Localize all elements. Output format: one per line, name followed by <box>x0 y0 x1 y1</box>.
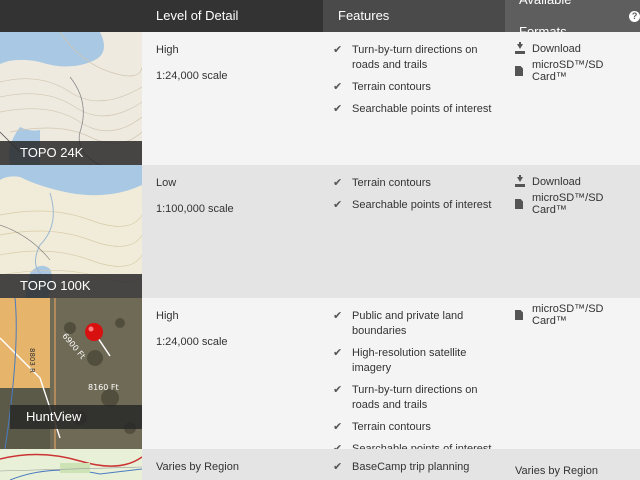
sd-card-icon <box>515 310 523 320</box>
features-cell: ✔ Terrain contours ✔ Searchable points of … <box>323 165 505 298</box>
scale-value: 1:24,000 scale <box>156 70 228 82</box>
scale-value: 1:24,000 scale <box>156 336 228 348</box>
format-sd-card[interactable]: microSD™/SD Card™ <box>515 59 640 83</box>
checkmark-icon: ✔ <box>333 461 343 473</box>
header-available-formats: Available Formats ? <box>505 0 640 39</box>
checkmark-icon: ✔ <box>333 421 343 433</box>
checkmark-icon: ✔ <box>333 199 343 211</box>
sd-card-icon <box>515 199 523 209</box>
download-icon <box>515 175 525 187</box>
format-download[interactable]: Download <box>515 42 640 56</box>
download-icon <box>515 42 525 54</box>
formats-cell: microSD™/SD Card™ <box>505 298 640 449</box>
formats-cell: Download microSD™/SD Card™ <box>505 32 640 165</box>
huntview-thumbnail[interactable]: 6900 Ft 8160 Ft 8803 R HuntView <box>0 298 142 449</box>
table-row-huntview: 6900 Ft 8160 Ft 8803 R HuntView High 1:2… <box>0 298 640 455</box>
level-cell: Low 1:100,000 scale <box>142 165 323 298</box>
feature-item: ✔Searchable points of interest <box>333 103 492 115</box>
checkmark-icon: ✔ <box>333 177 343 189</box>
checkmark-icon: ✔ <box>333 384 343 396</box>
table-row-topo-24k: TOPO 24K High 1:24,000 scale ✔ Turn-by-tu… <box>0 32 640 165</box>
level-value: High <box>156 310 179 322</box>
map-road-label: 8803 R <box>28 348 36 373</box>
level-value: Low <box>156 177 177 189</box>
topo-24k-thumbnail[interactable]: TOPO 24K <box>0 32 142 165</box>
scale-value: 1:100,000 scale <box>156 203 234 215</box>
table-row-partial: Varies by Region ✔ BaseCamp trip planning… <box>0 449 640 480</box>
feature-item: ✔ BaseCamp trip planning <box>333 461 470 473</box>
features-cell: ✔ Turn-by-turn directions on roads and tr… <box>323 32 505 165</box>
map-pin-icon <box>85 323 103 341</box>
feature-item: ✔ Terrain contours <box>333 81 431 93</box>
map-elevation-label: 8160 Ft <box>88 383 119 392</box>
checkmark-icon: ✔ <box>333 44 343 56</box>
feature-item: ✔ Turn-by-turn directions on roads and tr… <box>333 384 478 411</box>
format-sd-card[interactable]: microSD™/SD Card™ <box>515 192 640 216</box>
feature-item: ✔ Public and private land boundaries <box>333 310 464 337</box>
checkmark-icon: ✔ <box>333 103 343 115</box>
format-sd-card[interactable]: microSD™/SD Card™ <box>515 303 640 327</box>
header-level-of-detail: Level of Detail <box>142 0 323 32</box>
level-cell: Varies by Region <box>142 449 323 480</box>
sd-card-icon <box>515 66 523 76</box>
topo-100k-thumbnail[interactable]: TOPO 100K <box>0 165 142 298</box>
level-cell: High 1:24,000 scale <box>142 298 323 449</box>
topo-100k-label: TOPO 100K <box>0 274 142 298</box>
topo-24k-label: TOPO 24K <box>0 141 142 165</box>
features-cell: ✔ Public and private land boundaries ✔ Hig… <box>323 298 505 455</box>
format-download[interactable]: Download <box>515 175 640 189</box>
header-image-cell <box>0 0 142 32</box>
table-row-topo-100k: TOPO 100K Low 1:100,000 scale ✔ Terrain c… <box>0 165 640 298</box>
feature-item: ✔ High-resolution satellite imagery <box>333 347 467 374</box>
feature-item: ✔ Terrain contours <box>333 177 431 189</box>
formats-cell: Download microSD™/SD Card™ <box>505 165 640 298</box>
help-icon[interactable]: ? <box>629 10 640 22</box>
feature-item: ✔Searchable points of interest <box>333 199 492 211</box>
feature-item: ✔ Turn-by-turn directions on roads and tr… <box>333 44 478 71</box>
formats-cell: Varies by Region <box>505 449 640 480</box>
level-cell: High 1:24,000 scale <box>142 32 323 165</box>
feature-item: ✔ Terrain contours <box>333 421 431 433</box>
basecamp-thumbnail[interactable] <box>0 449 142 480</box>
header-features: Features <box>323 0 505 32</box>
huntview-label: HuntView <box>10 405 142 429</box>
checkmark-icon: ✔ <box>333 81 343 93</box>
checkmark-icon: ✔ <box>333 347 343 359</box>
table-header: Level of Detail Features Available Forma… <box>0 0 640 39</box>
checkmark-icon: ✔ <box>333 310 343 322</box>
features-cell: ✔ BaseCamp trip planning <box>323 449 505 480</box>
region-map-image <box>0 449 142 480</box>
formats-varies-text: Varies by Region <box>515 465 598 477</box>
level-value: High <box>156 44 179 56</box>
level-value: Varies by Region <box>156 461 239 473</box>
